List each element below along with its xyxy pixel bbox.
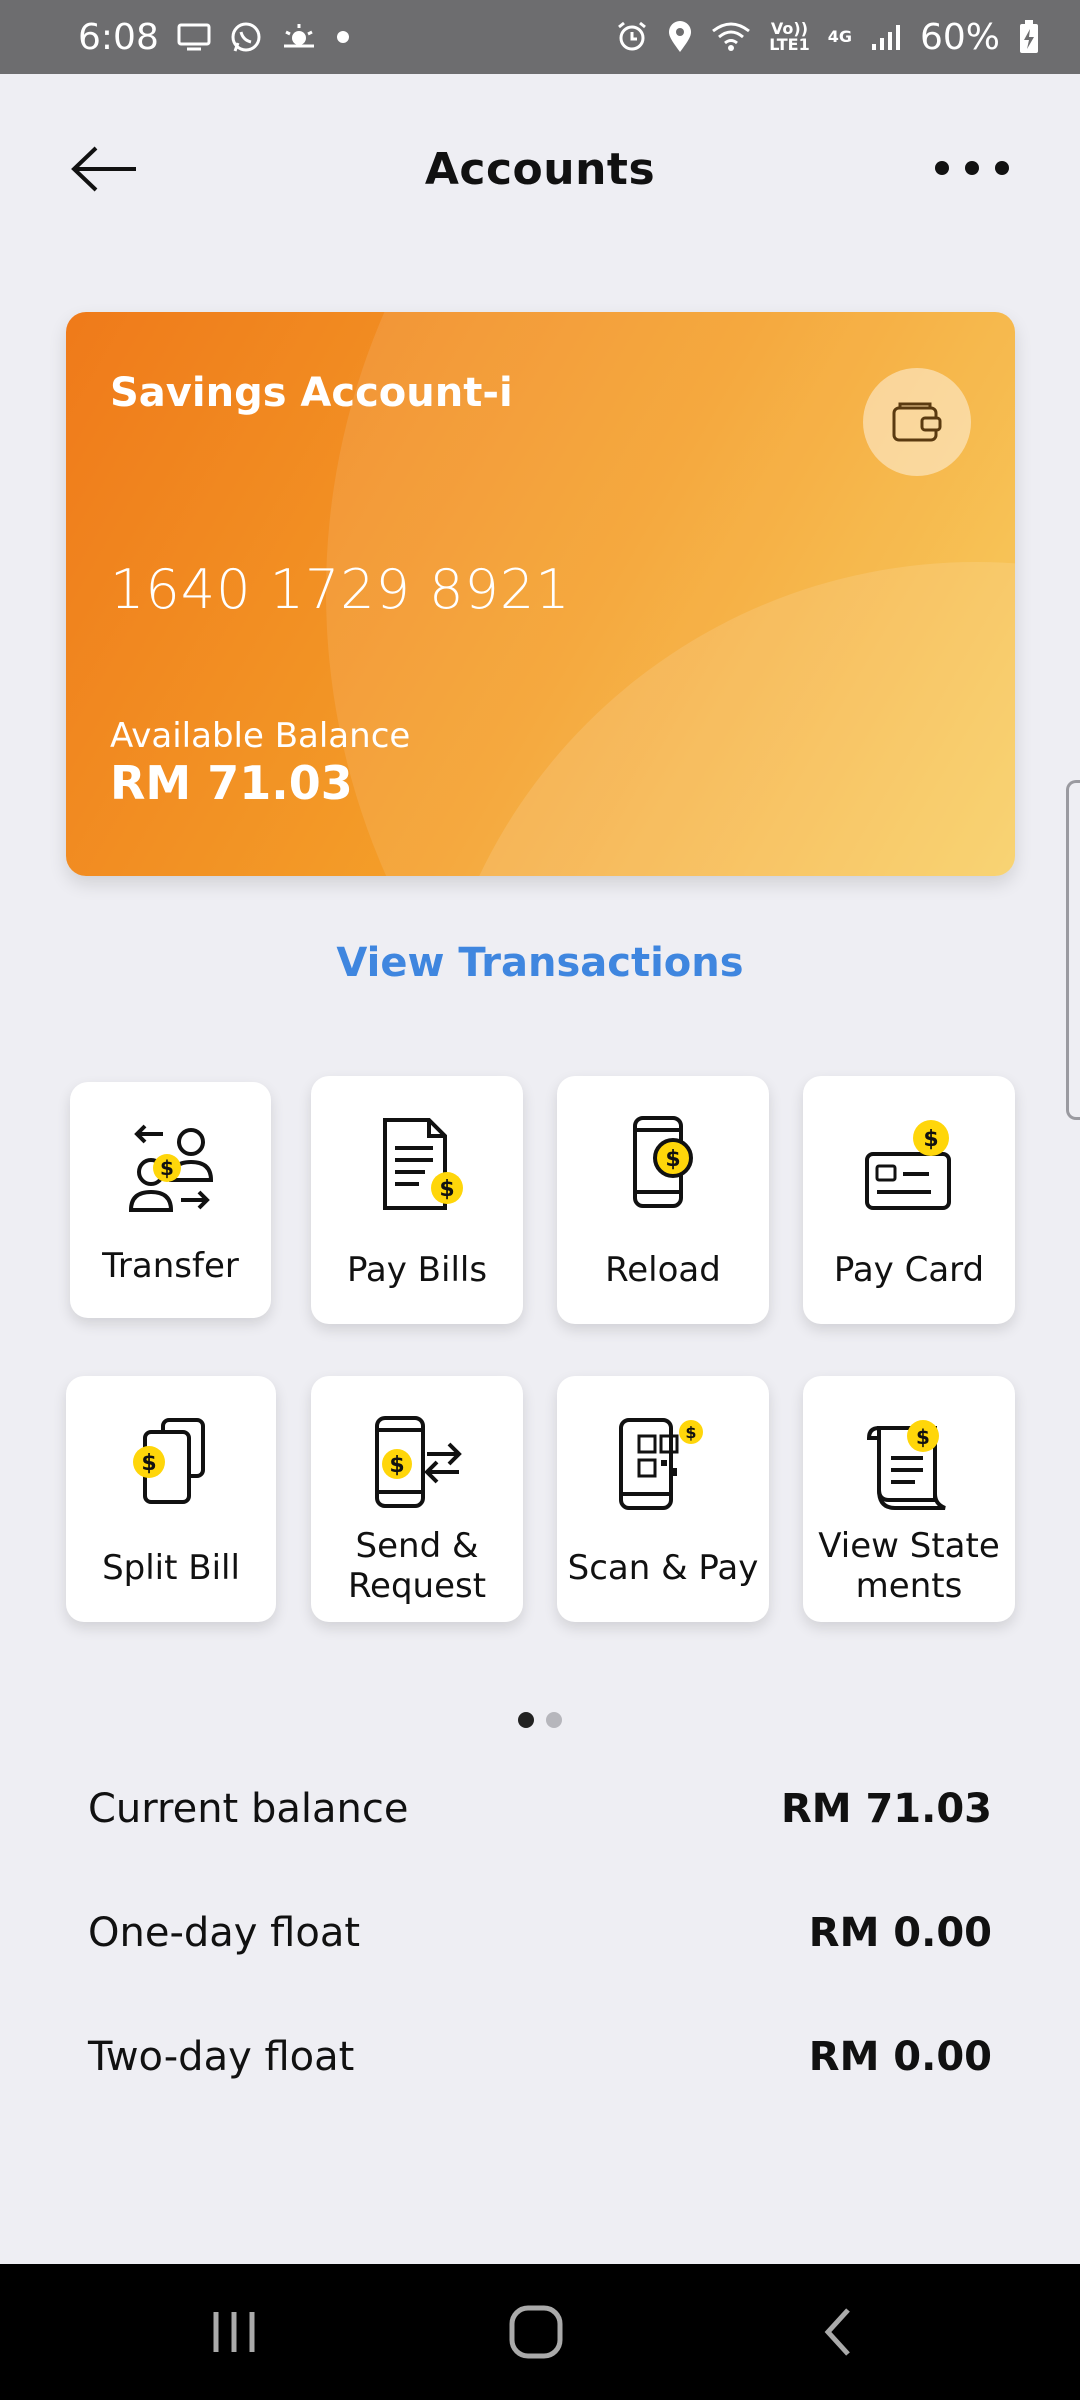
send-request-button[interactable]: $ Send & Request: [311, 1376, 523, 1622]
two-day-float-label: Two-day float: [88, 2034, 355, 2080]
system-nav-bar: [0, 2264, 1080, 2400]
pay-bills-button[interactable]: $ Pay Bills: [311, 1076, 523, 1324]
qr-scan-icon: $: [619, 1418, 703, 1510]
home-button[interactable]: [508, 2304, 564, 2364]
scan-pay-label: Scan & Pay: [567, 1548, 759, 1588]
page-indicator: [518, 1712, 562, 1728]
split-bill-button[interactable]: $ Split Bill: [66, 1376, 276, 1622]
status-bar: 6:08 Vo)) LTE1 4G 60%: [0, 0, 1080, 74]
svg-text:$: $: [916, 1425, 930, 1449]
alarm-icon: [615, 20, 649, 54]
view-statements-button[interactable]: $ View State ments: [803, 1376, 1015, 1622]
signal-icon: [870, 22, 902, 52]
weather-icon: [281, 22, 317, 52]
notification-dot-icon: [335, 29, 351, 45]
location-icon: [667, 20, 693, 54]
one-day-float-row: One-day float RM 0.00: [88, 1910, 992, 1956]
current-balance-value: RM 71.03: [780, 1786, 992, 1832]
recent-apps-icon: [213, 2312, 255, 2352]
svg-text:$: $: [389, 1453, 404, 1478]
split-bill-icon: $: [133, 1418, 205, 1504]
system-back-button[interactable]: [812, 2304, 868, 2364]
reload-phone-icon: $: [633, 1116, 693, 1208]
two-day-float-row: Two-day float RM 0.00: [88, 2034, 992, 2080]
page-title: Accounts: [424, 143, 656, 195]
home-icon: [509, 2305, 563, 2359]
more-options-button[interactable]: [935, 150, 1015, 186]
app-header: Accounts: [0, 74, 1080, 264]
account-number: 1640 1729 8921: [110, 558, 571, 621]
scroll-indicator[interactable]: [1066, 780, 1080, 1120]
svg-text:$: $: [685, 1423, 696, 1442]
one-day-float-label: One-day float: [88, 1910, 361, 1956]
one-day-float-value: RM 0.00: [808, 1910, 992, 1956]
volte-indicator: Vo)) LTE1: [769, 19, 810, 54]
scan-pay-button[interactable]: $ Scan & Pay: [557, 1376, 769, 1622]
screen-cast-icon: [177, 22, 211, 52]
arrow-left-icon: [71, 146, 136, 192]
pay-bills-label: Pay Bills: [346, 1250, 488, 1290]
whatsapp-icon: [229, 20, 263, 54]
reload-button[interactable]: $ Reload: [557, 1076, 769, 1324]
transfer-icon: $: [128, 1124, 213, 1212]
battery-charging-icon: [1018, 19, 1040, 55]
view-transactions-link[interactable]: View Transactions: [0, 940, 1080, 986]
network-type: 4G: [827, 27, 852, 46]
statement-icon: $: [866, 1420, 946, 1510]
view-statements-label: View State ments: [818, 1526, 1000, 1606]
svg-text:$: $: [160, 1156, 174, 1180]
svg-text:$: $: [141, 1451, 156, 1476]
current-balance-row: Current balance RM 71.03: [88, 1786, 992, 1832]
recent-apps-button[interactable]: [206, 2304, 262, 2364]
account-card[interactable]: Savings Account-i 1640 1729 8921 Availab…: [66, 312, 1015, 876]
status-time: 6:08: [78, 16, 159, 58]
two-day-float-value: RM 0.00: [808, 2034, 992, 2080]
wifi-icon: [711, 21, 751, 53]
send-request-label: Send & Request: [347, 1526, 487, 1606]
svg-text:$: $: [439, 1177, 454, 1202]
page-dot: [546, 1712, 562, 1728]
more-dots-icon: [935, 161, 949, 175]
wallet-button[interactable]: [863, 368, 971, 476]
current-balance-label: Current balance: [88, 1786, 409, 1832]
transfer-button[interactable]: $ Transfer: [70, 1082, 271, 1318]
available-balance-value: RM 71.03: [110, 756, 353, 810]
battery-percent: 60%: [919, 16, 1000, 58]
split-bill-label: Split Bill: [102, 1548, 240, 1588]
pay-card-button[interactable]: $ Pay Card: [803, 1076, 1015, 1324]
pay-card-label: Pay Card: [833, 1250, 985, 1290]
back-button[interactable]: [70, 144, 140, 194]
bill-icon: $: [383, 1118, 463, 1210]
transfer-label: Transfer: [102, 1246, 239, 1286]
svg-text:$: $: [665, 1147, 680, 1172]
send-request-icon: $: [375, 1416, 462, 1508]
svg-text:$: $: [923, 1127, 938, 1152]
reload-label: Reload: [605, 1250, 721, 1290]
available-balance-label: Available Balance: [110, 716, 411, 756]
account-name: Savings Account-i: [110, 370, 513, 416]
chevron-left-icon: [824, 2308, 850, 2356]
page-dot-active: [518, 1712, 534, 1728]
credit-card-icon: $: [865, 1120, 951, 1210]
wallet-icon: [892, 402, 942, 442]
